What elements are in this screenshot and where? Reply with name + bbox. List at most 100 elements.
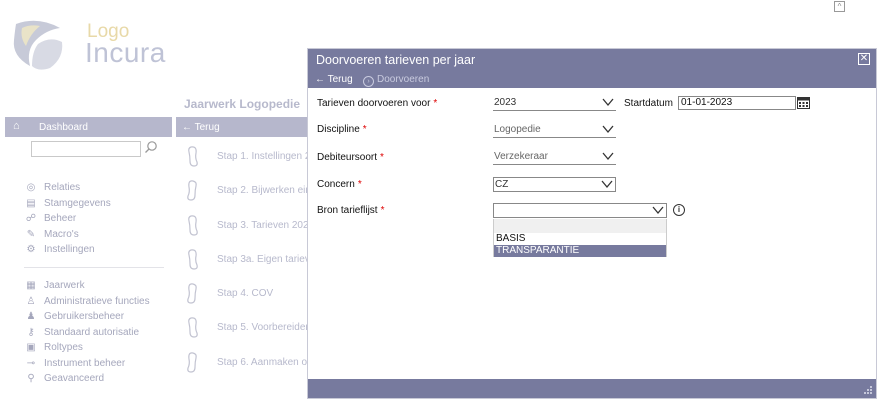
- sidebar-menu-main: ◎ Relaties ▤ Stamgegevens ☍ Beheer ✎ Macro's…: [24, 180, 111, 258]
- sidebar-menu-admin: ▦ Jaarwerk ♙ Administratieve functies ♟ Geb…: [24, 278, 150, 387]
- id-card-icon: ▣: [26, 342, 36, 353]
- select-value: 2023: [494, 97, 517, 108]
- required-marker: *: [433, 98, 438, 109]
- label-concern: Concern *: [317, 179, 362, 190]
- eye-icon: ◎: [26, 182, 36, 193]
- sidebar-item-roltypes[interactable]: ▣ Roltypes: [24, 340, 150, 356]
- sidebar-item-label: Macro's: [44, 228, 79, 240]
- step-label: Stap 3a. Eigen tarieve: [217, 253, 307, 265]
- step-label: Stap 4. COV: [217, 288, 274, 300]
- calendar-icon: ▦: [26, 280, 36, 291]
- logo-text-bottom: Incura: [85, 37, 166, 68]
- chevron-down-icon: [602, 125, 614, 134]
- chevron-down-icon: [602, 152, 614, 161]
- wrench-icon: ⚲: [27, 373, 35, 384]
- sidebar-item-stamgegevens[interactable]: ▤ Stamgegevens: [24, 196, 111, 212]
- label-bron-tarieflijst: Bron tarieflijst *: [317, 205, 384, 216]
- footprint-icon: [187, 283, 197, 304]
- instrument-icon: ⊸: [26, 357, 36, 369]
- sidebar-item-label: Relaties: [44, 182, 81, 193]
- footprint-icon: [188, 249, 198, 270]
- person-icon: ♙: [26, 295, 36, 307]
- required-marker: *: [357, 179, 362, 190]
- sidebar-item-gebruikersbeheer[interactable]: ♟ Gebruikersbeheer: [24, 309, 150, 325]
- step-label: Stap 2. Bijwerken eind: [217, 185, 307, 197]
- select-jaar[interactable]: 2023: [493, 96, 616, 111]
- dropdown-spacer: [494, 219, 666, 233]
- dropdown-option-basis[interactable]: BASIS: [494, 233, 666, 245]
- sidebar-item-label: Jaarwerk: [44, 280, 85, 291]
- footprint-icon: [188, 317, 198, 339]
- dropdown-option-transparantie[interactable]: TRANSPARANTIE: [494, 245, 666, 257]
- select-value: Verzekeraar: [494, 151, 548, 162]
- sidebar-item-macros[interactable]: ✎ Macro's: [24, 227, 111, 243]
- toolbar-back-button[interactable]: ← Terug: [315, 74, 353, 85]
- select-concern[interactable]: CZ: [493, 177, 616, 192]
- select-value: Logopedie: [494, 124, 541, 135]
- select-discipline[interactable]: Logopedie: [493, 123, 616, 138]
- sidebar-item-label: Standaard autorisatie: [44, 326, 140, 338]
- footprint-icon: [187, 352, 197, 373]
- search-input[interactable]: [31, 141, 141, 157]
- resize-grip-icon[interactable]: [863, 385, 873, 395]
- calendar-icon[interactable]: [797, 96, 810, 109]
- page-title: Jaarwerk Logopedie: [184, 97, 301, 111]
- chevron-down-icon: [602, 98, 614, 107]
- database-icon: ▤: [26, 197, 36, 209]
- logo: Logo Incura: [8, 14, 178, 84]
- search-icon[interactable]: [144, 140, 158, 154]
- info-icon[interactable]: i: [673, 204, 685, 216]
- gear-icon: ⚙: [26, 244, 36, 255]
- sidebar-item-jaarwerk[interactable]: ▦ Jaarwerk: [24, 278, 150, 294]
- sidebar-dashboard-bar[interactable]: ⌂ Dashboard: [5, 117, 172, 137]
- label-text: Debiteursoort: [317, 152, 378, 163]
- toolbar-doorvoeren-button[interactable]: › Doorvoeren: [363, 74, 429, 87]
- modal-header: Doorvoeren tarieven per jaar ✕ ← Terug ›…: [308, 49, 876, 88]
- required-marker: *: [380, 152, 384, 163]
- users-gear-icon: ☍: [25, 213, 37, 224]
- sidebar-item-standaard-autorisatie[interactable]: ⚷ Standaard autorisatie: [24, 325, 150, 341]
- sidebar-item-label: Stamgegevens: [44, 197, 111, 209]
- select-bron-tarieflijst[interactable]: [493, 203, 667, 218]
- label-text: Tarieven doorvoeren voor: [317, 98, 431, 109]
- arrow-right-circle-icon: ›: [363, 76, 374, 87]
- sidebar-item-label: Administratieve functies: [44, 295, 150, 307]
- middle-back-bar[interactable]: ← Terug: [176, 117, 308, 137]
- step-label: Stap 6. Aanmaken ove: [217, 356, 307, 368]
- sidebar-item-relaties[interactable]: ◎ Relaties: [24, 180, 111, 196]
- logo-mark-icon: [13, 20, 63, 70]
- sidebar-item-label: Roltypes: [44, 342, 83, 353]
- modal-footer: [308, 379, 876, 398]
- label-text: Discipline: [317, 124, 360, 135]
- select-debiteursoort[interactable]: Verzekeraar: [493, 150, 616, 165]
- sidebar-item-administratieve-functies[interactable]: ♙ Administratieve functies: [24, 294, 150, 310]
- sidebar-item-label: Instrument beheer: [44, 357, 126, 369]
- sidebar-divider: [24, 267, 164, 268]
- collapse-icon[interactable]: ^: [834, 1, 845, 12]
- label-text: Bron tarieflijst: [317, 205, 378, 216]
- modal-dialog: Doorvoeren tarieven per jaar ✕ ← Terug ›…: [308, 49, 876, 398]
- toolbar-back-label: Terug: [327, 74, 353, 85]
- back-link[interactable]: ← Terug: [182, 122, 220, 133]
- label-tarieven-doorvoeren: Tarieven doorvoeren voor *: [317, 98, 437, 109]
- required-marker: *: [362, 124, 367, 135]
- sidebar-item-geavanceerd[interactable]: ⚲ Geavanceerd: [24, 371, 150, 387]
- close-icon[interactable]: ✕: [858, 53, 870, 65]
- sidebar-item-instrument-beheer[interactable]: ⊸ Instrument beheer: [24, 356, 150, 372]
- step-label: Stap 5. Voorbereiden d: [217, 322, 307, 334]
- footprint-icon: [187, 180, 197, 201]
- sidebar-item-label: Gebruikersbeheer: [44, 311, 125, 322]
- chevron-down-icon: [601, 180, 613, 189]
- dashboard-label: Dashboard: [39, 122, 88, 133]
- sidebar-item-beheer[interactable]: ☍ Beheer: [24, 211, 111, 227]
- edit-icon: ✎: [26, 228, 36, 240]
- footprint-icon: [188, 214, 198, 236]
- toolbar-doorvoeren-label: Doorvoeren: [377, 74, 430, 85]
- required-marker: *: [380, 205, 385, 216]
- screen: ^ Logo Incura ⌂ Dashboard ◎ Relaties ▤ Sta…: [0, 0, 883, 405]
- sidebar-item-label: Beheer: [44, 213, 77, 224]
- sidebar-item-instellingen[interactable]: ⚙ Instellingen: [24, 242, 111, 258]
- startdatum-input[interactable]: 01-01-2023: [678, 96, 796, 110]
- sidebar-item-label: Instellingen: [44, 244, 95, 255]
- key-icon: ⚷: [27, 326, 35, 338]
